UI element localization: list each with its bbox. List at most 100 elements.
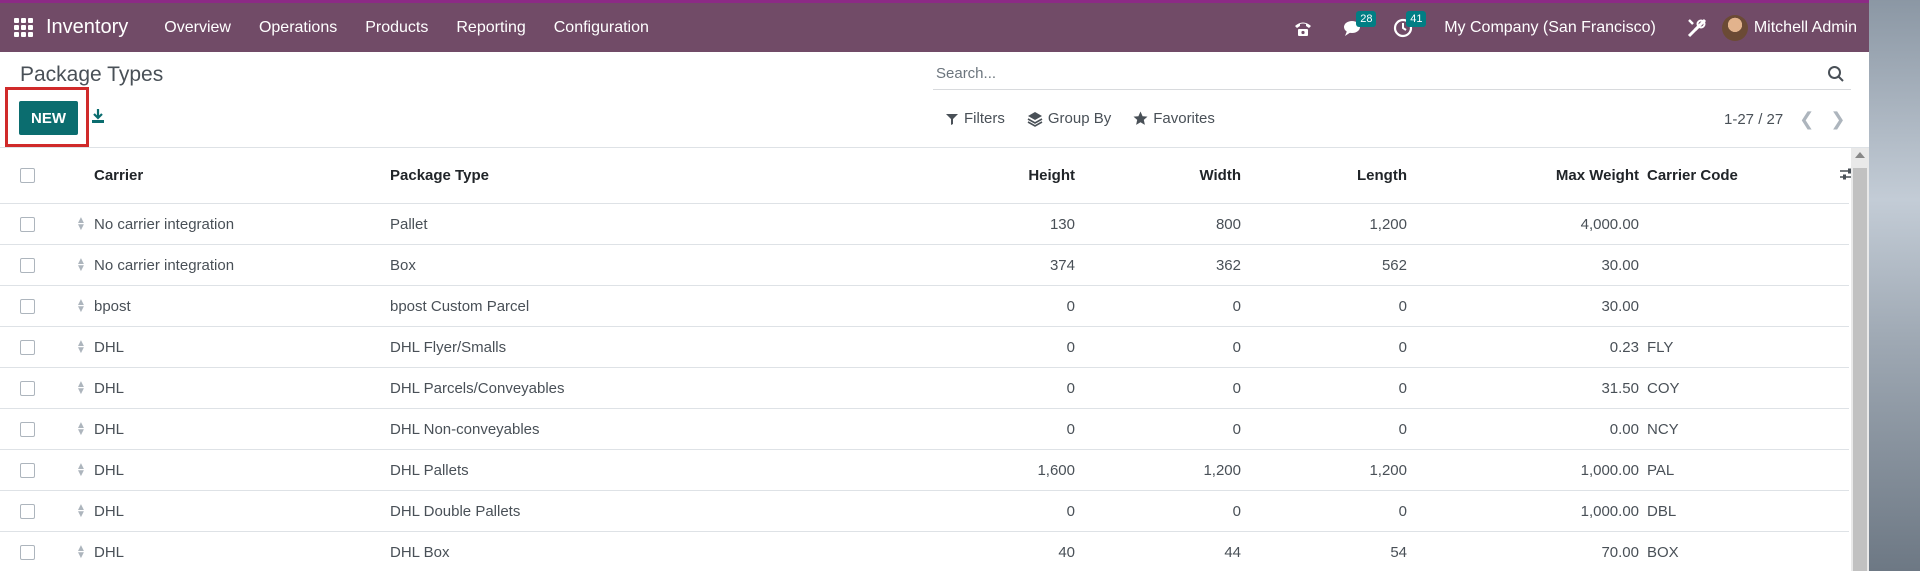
cell-length: 1,200 — [1369, 215, 1407, 233]
cell-width: 0 — [1232, 502, 1241, 520]
cell-max-weight: 4,000.00 — [1580, 215, 1639, 233]
table-row[interactable]: ▲ ▼ DHL DHL Box 40 44 54 70.00 BOX — [0, 532, 1849, 571]
menu-reporting[interactable]: Reporting — [456, 19, 525, 37]
cell-carrier: DHL — [94, 420, 125, 438]
user-menu[interactable]: Mitchell Admin — [1754, 19, 1857, 37]
company-switcher[interactable]: My Company (San Francisco) — [1444, 19, 1656, 37]
search-input[interactable] — [933, 65, 1827, 82]
cell-package-type: DHL Non-conveyables — [390, 420, 540, 438]
filters-label: Filters — [964, 110, 1005, 127]
header-length[interactable]: Length — [1241, 167, 1407, 184]
table-row[interactable]: ▲ ▼ bpost bpost Custom Parcel 0 0 0 30.00 — [0, 286, 1849, 327]
drag-handle-icon[interactable]: ▲ ▼ — [71, 339, 91, 356]
cell-height: 0 — [1066, 420, 1075, 438]
cell-package-type: Pallet — [390, 215, 428, 233]
cell-carrier-code: DBL — [1647, 502, 1677, 520]
scrollbar-thumb[interactable] — [1853, 168, 1867, 571]
drag-handle-icon[interactable]: ▲ ▼ — [71, 298, 91, 315]
cell-carrier-code: FLY — [1647, 338, 1674, 356]
row-checkbox[interactable] — [20, 298, 35, 314]
cell-carrier: DHL — [94, 461, 125, 479]
cell-height: 40 — [1058, 543, 1075, 561]
drag-handle-icon[interactable]: ▲ ▼ — [71, 462, 91, 479]
download-icon[interactable] — [90, 108, 106, 124]
row-checkbox[interactable] — [20, 503, 35, 519]
chat-icon[interactable]: 28 — [1340, 10, 1377, 41]
drag-handle-icon[interactable]: ▲ ▼ — [71, 216, 91, 233]
cell-width: 0 — [1232, 297, 1241, 315]
table-row[interactable]: ▲ ▼ DHL DHL Non-conveyables 0 0 0 0.00 NC… — [0, 409, 1849, 450]
drag-handle-icon[interactable]: ▲ ▼ — [71, 421, 91, 438]
table-row[interactable]: ▲ ▼ No carrier integration Pallet 130 800… — [0, 204, 1849, 245]
cell-width: 800 — [1215, 215, 1241, 233]
menu-products[interactable]: Products — [365, 19, 428, 37]
cell-max-weight: 1,000.00 — [1580, 461, 1639, 479]
table-row[interactable]: ▲ ▼ DHL DHL Pallets 1,600 1,200 1,200 1,0… — [0, 450, 1849, 491]
favorites-toggle[interactable]: Favorites — [1133, 110, 1215, 127]
app-brand[interactable]: Inventory — [46, 16, 128, 39]
cell-package-type: DHL Flyer/Smalls — [390, 338, 507, 356]
new-button[interactable]: NEW — [19, 101, 78, 135]
group-by-toggle[interactable]: Group By — [1027, 110, 1111, 127]
table-row[interactable]: ▲ ▼ DHL DHL Parcels/Conveyables 0 0 0 31.… — [0, 368, 1849, 409]
menu-configuration[interactable]: Configuration — [554, 19, 649, 37]
cell-length: 0 — [1398, 502, 1407, 520]
desktop-background — [1869, 0, 1920, 571]
cell-length: 1,200 — [1369, 461, 1407, 479]
table-row[interactable]: ▲ ▼ No carrier integration Box 374 362 56… — [0, 245, 1849, 286]
cell-max-weight: 70.00 — [1601, 543, 1639, 561]
tools-icon[interactable] — [1684, 15, 1710, 41]
drag-handle-icon[interactable]: ▲ ▼ — [71, 503, 91, 520]
cell-width: 1,200 — [1203, 461, 1241, 479]
cell-length: 0 — [1398, 338, 1407, 356]
cell-max-weight: 0.23 — [1609, 338, 1639, 356]
menu-overview[interactable]: Overview — [164, 19, 231, 37]
cell-package-type: DHL Parcels/Conveyables — [390, 379, 565, 397]
table-row[interactable]: ▲ ▼ DHL DHL Flyer/Smalls 0 0 0 0.23 FLY — [0, 327, 1849, 368]
drag-handle-icon[interactable]: ▲ ▼ — [71, 257, 91, 274]
row-checkbox[interactable] — [20, 544, 35, 560]
search-icon[interactable] — [1827, 65, 1845, 83]
row-checkbox[interactable] — [20, 339, 35, 355]
filters-toggle[interactable]: Filters — [945, 110, 1005, 127]
clock-icon[interactable]: 41 — [1390, 10, 1427, 41]
row-checkbox[interactable] — [20, 462, 35, 478]
cell-height: 0 — [1066, 502, 1075, 520]
cell-carrier: DHL — [94, 502, 125, 520]
select-all-checkbox[interactable] — [20, 168, 35, 183]
avatar[interactable] — [1721, 14, 1748, 41]
cell-height: 0 — [1066, 338, 1075, 356]
header-carrier-code[interactable]: Carrier Code — [1639, 167, 1839, 184]
row-checkbox[interactable] — [20, 380, 35, 396]
header-height[interactable]: Height — [790, 167, 1075, 184]
row-checkbox[interactable] — [20, 421, 35, 437]
drag-handle-icon[interactable]: ▲ ▼ — [71, 380, 91, 397]
row-checkbox[interactable] — [20, 216, 35, 232]
row-checkbox[interactable] — [20, 257, 35, 273]
favorites-label: Favorites — [1153, 110, 1215, 127]
apps-grid-icon[interactable] — [14, 17, 34, 38]
group-by-label: Group By — [1047, 110, 1112, 127]
menu-operations[interactable]: Operations — [259, 19, 337, 37]
cell-carrier: bpost — [94, 297, 131, 315]
table-row[interactable]: ▲ ▼ DHL DHL Double Pallets 0 0 0 1,000.00… — [0, 491, 1849, 532]
top-navbar: Inventory Overview Operations Products R… — [0, 0, 1869, 52]
activities-badge: 41 — [1406, 10, 1427, 27]
cell-package-type: DHL Pallets — [390, 461, 469, 479]
pager-next-icon[interactable]: ❯ — [1830, 109, 1845, 130]
cell-width: 0 — [1232, 379, 1241, 397]
drag-handle-icon[interactable]: ▲ ▼ — [71, 544, 91, 561]
phone-icon[interactable] — [1290, 15, 1316, 41]
header-max-weight[interactable]: Max Weight — [1407, 167, 1639, 184]
cell-height: 1,600 — [1037, 461, 1075, 479]
scroll-up-icon[interactable] — [1855, 152, 1865, 158]
pager-value[interactable]: 1-27 / 27 — [1724, 111, 1783, 128]
cell-length: 562 — [1381, 256, 1407, 274]
header-package-type[interactable]: Package Type — [390, 167, 790, 184]
header-carrier[interactable]: Carrier — [94, 167, 390, 184]
cell-height: 130 — [1049, 215, 1075, 233]
cell-carrier: DHL — [94, 543, 125, 561]
header-width[interactable]: Width — [1075, 167, 1241, 184]
pager-previous-icon[interactable]: ❮ — [1799, 109, 1814, 130]
cell-width: 362 — [1215, 256, 1241, 274]
